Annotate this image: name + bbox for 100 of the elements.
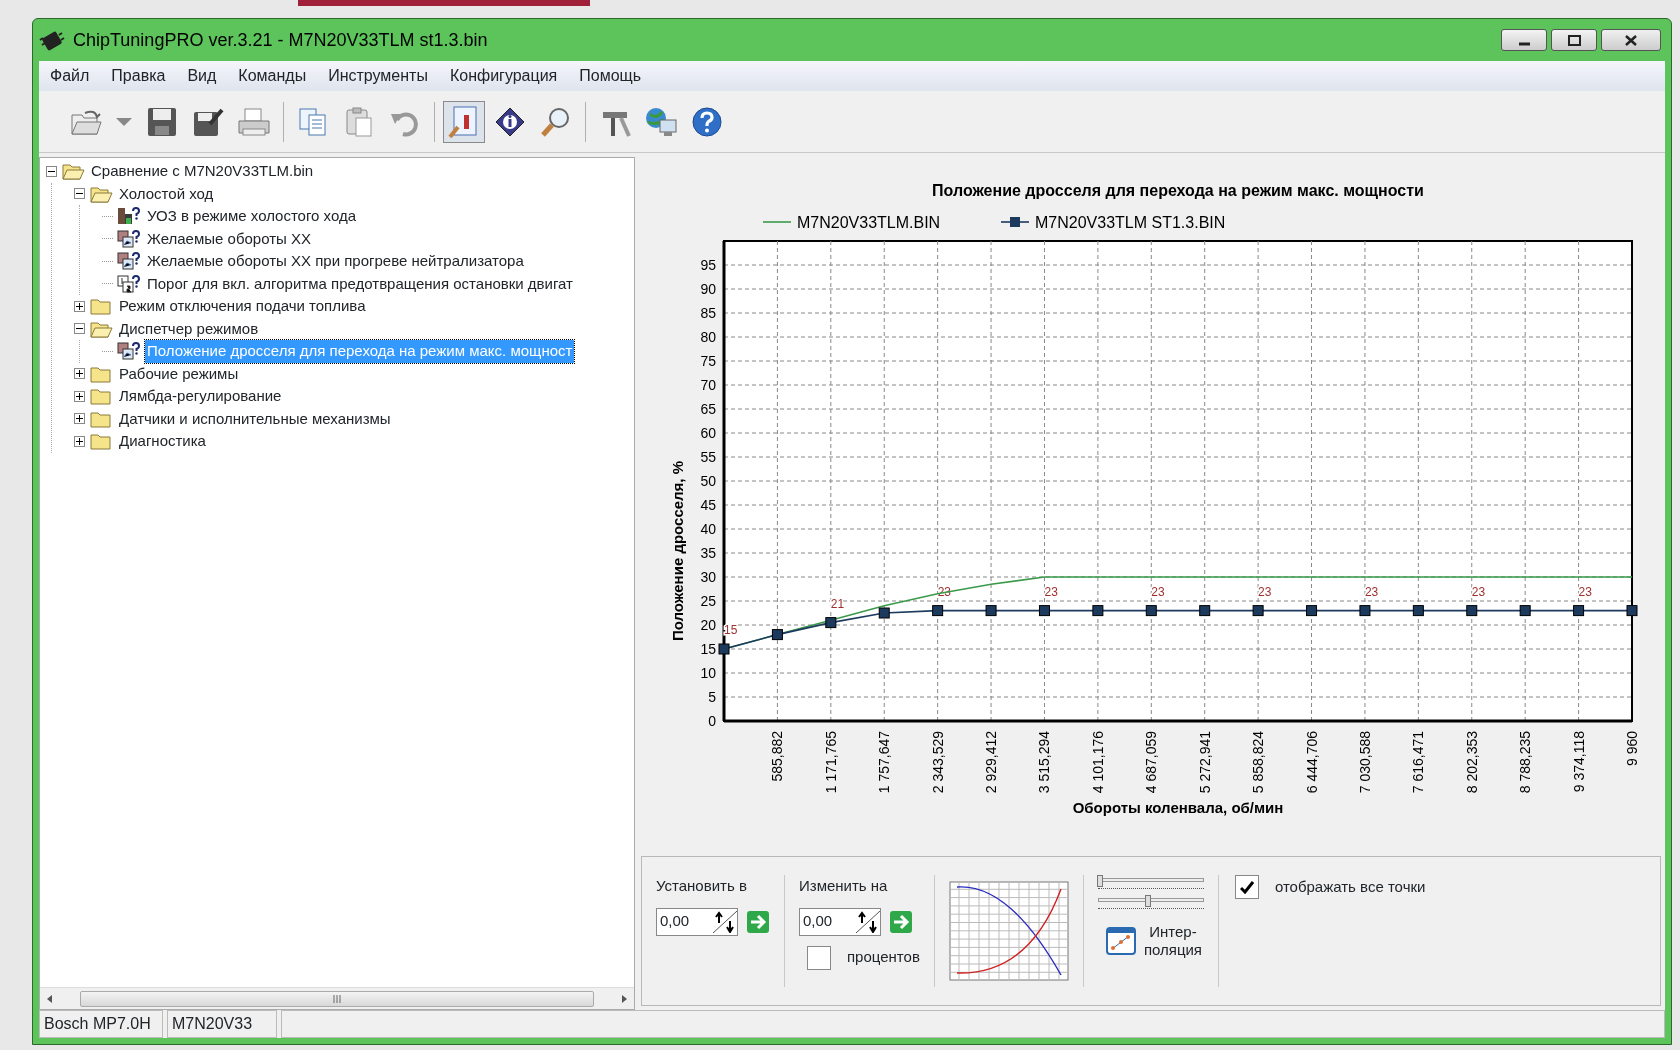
y-tick-label: 90 xyxy=(700,281,716,297)
tree-item[interactable]: Желаемые обороты ХХ при прогреве нейтрализатора xyxy=(145,250,526,273)
expand-toggle[interactable] xyxy=(74,300,85,312)
data-point[interactable] xyxy=(1252,605,1264,617)
checkbox[interactable] xyxy=(1234,875,1259,899)
x-tick-label: 6 444,706 xyxy=(1303,731,1320,794)
expand-toggle[interactable] xyxy=(74,435,85,447)
y-tick-label: 40 xyxy=(700,521,716,537)
expand-toggle[interactable] xyxy=(74,413,85,425)
x-tick-label: 1 757,647 xyxy=(876,731,893,794)
chart-title: Положение дросселя для перехода на режим макс. мощности xyxy=(932,182,1424,199)
y-tick-label: 15 xyxy=(700,641,716,657)
tree-item[interactable]: Режим отключения подачи топлива xyxy=(117,295,368,318)
data-point[interactable] xyxy=(1412,605,1424,617)
data-point[interactable] xyxy=(1573,605,1585,617)
menu-item[interactable]: Файл xyxy=(39,62,101,90)
data-point[interactable] xyxy=(985,605,997,617)
slider[interactable] xyxy=(1097,895,1204,909)
y-tick-label: 20 xyxy=(700,617,716,633)
tree-item[interactable]: Рабочие режимы xyxy=(117,362,241,385)
spinner-arrows-icon[interactable] xyxy=(713,910,737,933)
status-field: Bosch MP7.0H xyxy=(39,1010,163,1038)
data-point[interactable] xyxy=(718,643,730,655)
folder-icon xyxy=(89,431,113,452)
menu-item[interactable]: Инструменты xyxy=(317,62,439,90)
data-label: 23 xyxy=(1151,584,1165,599)
menu-item[interactable]: Вид xyxy=(176,62,228,90)
collapse-toggle[interactable] xyxy=(46,165,57,177)
y-tick-label: 60 xyxy=(700,425,716,441)
tree-item[interactable]: УОЗ в режиме холостого хода xyxy=(145,205,359,228)
menu-item[interactable]: Помощь xyxy=(568,62,653,90)
data-point[interactable] xyxy=(1466,605,1478,617)
tree-item[interactable]: Датчики и исполнительные механизмы xyxy=(117,407,393,430)
spinner-arrows-icon[interactable] xyxy=(856,910,880,933)
tree-item[interactable]: Диагностика xyxy=(117,430,208,453)
legend-marker-icon xyxy=(1000,217,1030,227)
data-point[interactable] xyxy=(1306,605,1318,617)
tree-item[interactable]: Желаемые обороты ХХ xyxy=(145,227,313,250)
info-icon xyxy=(494,105,526,138)
plus-icon xyxy=(76,415,83,423)
y-tick-label: 70 xyxy=(700,377,716,393)
data-label: 23 xyxy=(1364,584,1379,599)
tree-item[interactable]: Диспетчер режимов xyxy=(117,317,261,340)
y-tick-label: 5 xyxy=(708,689,716,705)
y-tick-label: 65 xyxy=(700,401,716,417)
data-point[interactable] xyxy=(932,605,944,617)
map-icon xyxy=(117,228,141,249)
expand-toggle[interactable] xyxy=(74,390,85,402)
number-field[interactable]: 0,00 xyxy=(656,907,738,936)
expand-toggle[interactable] xyxy=(74,368,85,380)
scrollbar-thumb[interactable] xyxy=(80,990,594,1007)
apply-button[interactable] xyxy=(746,909,770,934)
x-tick-label: 2 343,529 xyxy=(929,731,946,794)
data-point[interactable] xyxy=(1145,605,1157,617)
data-point[interactable] xyxy=(1199,605,1211,617)
data-point[interactable] xyxy=(1092,605,1104,617)
maximize-button[interactable] xyxy=(1551,29,1597,51)
data-point[interactable] xyxy=(1626,605,1638,617)
apply-button[interactable] xyxy=(889,909,913,934)
data-point[interactable] xyxy=(1519,605,1531,617)
plus-icon xyxy=(76,302,83,310)
x-tick-label: 5 272,941 xyxy=(1196,731,1213,794)
collapse-toggle[interactable] xyxy=(74,323,85,335)
close-button[interactable] xyxy=(1601,29,1661,51)
y-tick-label: 95 xyxy=(700,257,716,273)
legend-label: M7N20V33TLM.BIN xyxy=(797,214,941,231)
window-title: ChipTuningPRO ver.3.21 - M7N20V33TLM st1.3.bin xyxy=(73,28,488,52)
data-point[interactable] xyxy=(1359,605,1371,617)
tree-item[interactable]: Порог для вкл. алгоритма предотвращения остановки двигат xyxy=(145,272,575,295)
interpolation-label[interactable]: Интер- поляция xyxy=(1143,923,1202,959)
search-icon xyxy=(540,105,572,138)
minus-icon xyxy=(76,328,83,330)
tree-item[interactable]: Сравнение с M7N20V33TLM.bin xyxy=(89,160,316,183)
tree-item[interactable]: Лямбда-регулирование xyxy=(117,385,284,408)
interpolation-icon[interactable] xyxy=(1105,927,1136,955)
minus-icon xyxy=(76,193,83,195)
y-tick-label: 80 xyxy=(700,329,716,345)
collapse-toggle[interactable] xyxy=(74,188,85,200)
data-point[interactable] xyxy=(878,607,890,619)
caret-icon xyxy=(114,115,134,128)
slider[interactable] xyxy=(1097,875,1204,889)
data-point[interactable] xyxy=(825,617,837,629)
number-field[interactable]: 0,00 xyxy=(799,907,881,936)
data-point[interactable] xyxy=(1038,605,1050,617)
y-tick-label: 35 xyxy=(700,545,716,561)
menu-item[interactable]: Команды xyxy=(227,62,318,90)
x-tick-label: 9 374,118 xyxy=(1570,731,1587,793)
y-tick-label: 10 xyxy=(700,665,716,681)
menu-item[interactable]: Правка xyxy=(100,62,177,90)
checkbox[interactable] xyxy=(807,945,831,970)
horizontal-scrollbar[interactable] xyxy=(40,987,634,1009)
data-point[interactable] xyxy=(771,629,783,641)
y-tick-label: 0 xyxy=(708,713,716,729)
x-tick-label: 9 960 xyxy=(1624,731,1640,767)
x-tick-label: 5 858,824 xyxy=(1250,731,1267,794)
menu-item[interactable]: Конфигурация xyxy=(438,62,569,90)
tree-item[interactable]: Холостой ход xyxy=(117,182,216,205)
printer-icon xyxy=(237,106,271,137)
minimize-button[interactable] xyxy=(1501,29,1547,51)
legend-label: M7N20V33TLM ST1.3.BIN xyxy=(1035,214,1226,231)
